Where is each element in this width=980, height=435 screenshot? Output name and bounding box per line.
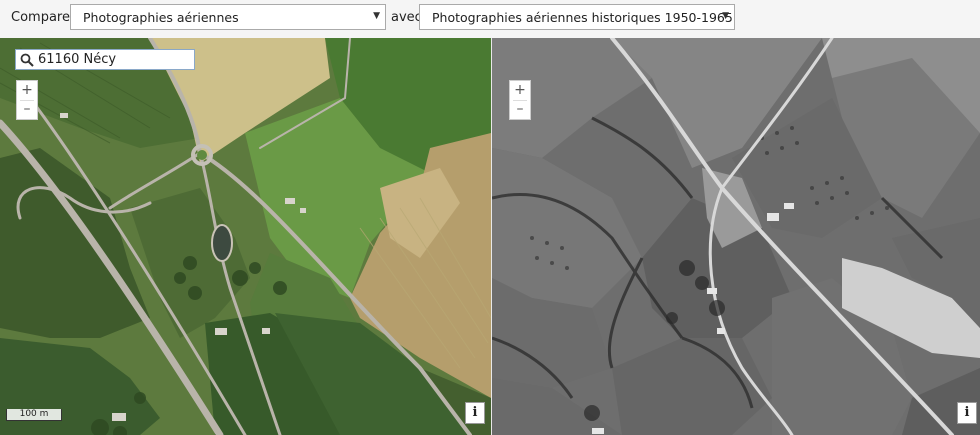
location-search-box[interactable]: 61160 Nécy <box>15 49 195 70</box>
aerial-photo-modern <box>0 38 491 435</box>
compare-label: Comparer <box>11 10 76 25</box>
zoom-out-button[interactable]: – <box>510 100 530 119</box>
zoom-in-button[interactable]: + <box>17 81 37 100</box>
chevron-down-icon: ▼ <box>373 11 380 21</box>
zoom-separator <box>20 100 34 101</box>
left-layer-select[interactable]: Photographies aériennes ▼ <box>70 4 386 30</box>
right-zoom-control: + – <box>509 80 531 120</box>
right-layer-select[interactable]: Photographies aériennes historiques 1950… <box>419 4 735 30</box>
scale-bar: 100 m <box>6 409 62 421</box>
aerial-photo-historical <box>492 38 980 435</box>
left-layer-select-value: Photographies aériennes <box>83 10 239 25</box>
right-info-button[interactable]: i <box>957 402 977 424</box>
left-zoom-control: + – <box>16 80 38 120</box>
left-map-pane[interactable] <box>0 38 491 435</box>
search-input-value: 61160 Nécy <box>38 52 117 67</box>
search-icon <box>20 53 34 67</box>
chevron-down-icon: ▼ <box>722 11 729 21</box>
zoom-in-button[interactable]: + <box>510 81 530 100</box>
zoom-separator <box>513 100 527 101</box>
zoom-out-button[interactable]: – <box>17 100 37 119</box>
left-info-button[interactable]: i <box>465 402 485 424</box>
compare-toolbar: Comparer Photographies aériennes ▼ avec … <box>0 0 980 39</box>
right-map-pane[interactable] <box>492 38 980 435</box>
right-layer-select-value: Photographies aériennes historiques 1950… <box>432 10 733 25</box>
with-label: avec <box>391 10 422 25</box>
